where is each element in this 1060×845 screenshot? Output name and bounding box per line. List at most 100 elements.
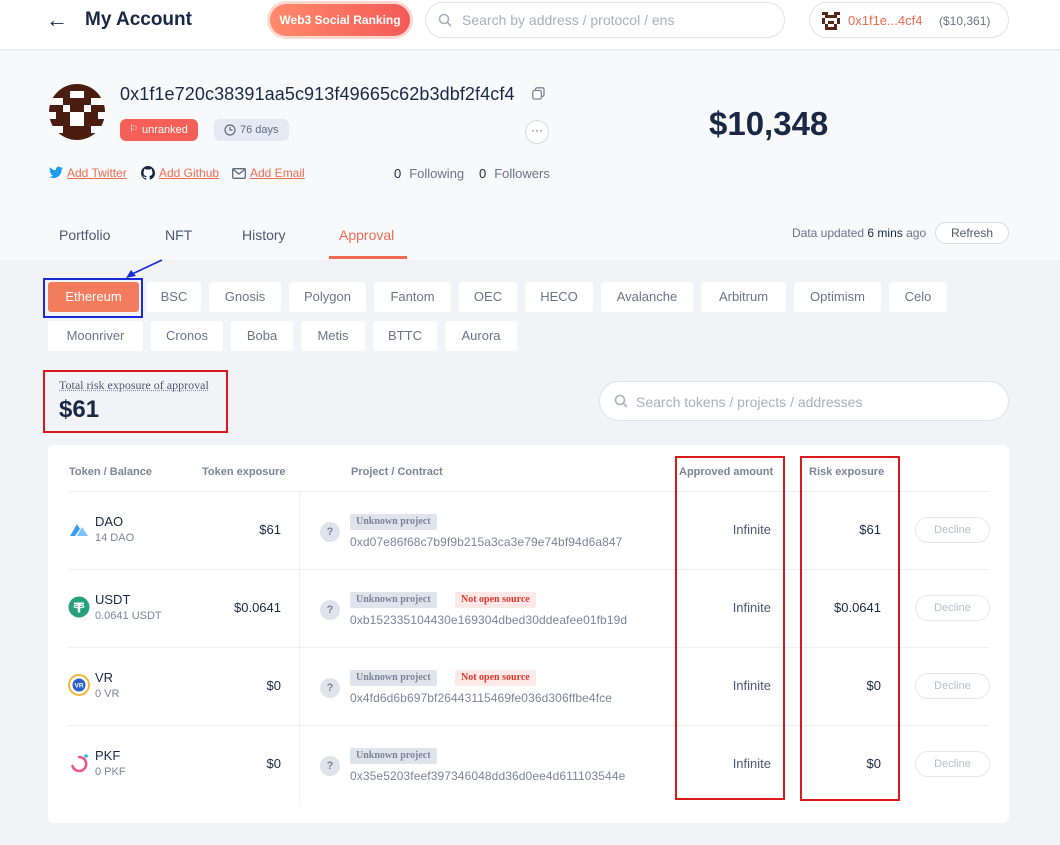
profile-avatar	[49, 84, 105, 140]
add-twitter-link[interactable]: Add Twitter	[49, 166, 127, 180]
page-title: My Account	[85, 9, 192, 30]
twitter-icon	[49, 166, 63, 179]
search-icon	[614, 394, 628, 408]
updated-time: 6 mins	[867, 226, 903, 240]
rank-badge: ⚐ unranked	[120, 119, 198, 141]
account-pill[interactable]: 0x1f1e...4cf4 ($10,361)	[809, 2, 1009, 38]
following-count[interactable]: 0 Following	[394, 166, 464, 181]
project-tag: Unknown project	[350, 670, 437, 686]
project-tag: Unknown project	[350, 592, 437, 608]
annotation-arrow-icon	[126, 259, 163, 278]
wallet-address: 0x1f1e720c38391aa5c913f49665c62b3dbf2f4c…	[120, 84, 515, 104]
total-portfolio-value: $10,348	[709, 105, 829, 142]
tab-portfolio[interactable]: Portfolio	[59, 227, 110, 243]
decline-button[interactable]: Decline	[915, 751, 990, 777]
profile-section: 0x1f1e720c38391aa5c913f49665c62b3dbf2f4c…	[0, 51, 1060, 260]
annotation-box-approved-amount	[675, 456, 785, 800]
not-open-source-tag: Not open source	[455, 670, 536, 686]
unknown-project-icon: ?	[320, 522, 340, 542]
tab-approval[interactable]: Approval	[339, 227, 394, 243]
more-options-button[interactable]: ···	[525, 120, 549, 144]
chain-chip-cronos[interactable]: Cronos	[151, 321, 223, 351]
project-tag: Unknown project	[350, 514, 437, 530]
copy-icon[interactable]	[532, 87, 545, 100]
days-badge: 76 days	[214, 119, 289, 141]
chain-chip-bttc[interactable]: BTTC	[373, 321, 437, 351]
unknown-project-icon: ?	[320, 756, 340, 776]
chain-chip-oec[interactable]: OEC	[459, 282, 517, 312]
dao-icon	[70, 524, 88, 536]
chain-chip-gnosis[interactable]: Gnosis	[209, 282, 281, 312]
token-name: VR	[95, 670, 114, 685]
account-address: 0x1f1e...4cf4	[848, 13, 923, 28]
decline-button[interactable]: Decline	[915, 595, 990, 621]
token-name: USDT	[95, 592, 131, 607]
not-open-source-tag: Not open source	[455, 592, 536, 608]
chain-chip-boba[interactable]: Boba	[231, 321, 293, 351]
contract-address[interactable]: 0xb152335104430e169304dbed30ddeafee01fb1…	[350, 613, 627, 627]
contract-address[interactable]: 0xd07e86f68c7b9f9b215a3ca3e79e74bf94d6a8…	[350, 535, 622, 549]
updated-prefix: Data updated	[792, 226, 865, 240]
unknown-project-icon: ?	[320, 600, 340, 620]
tab-history[interactable]: History	[242, 227, 286, 243]
rank-badge-label: unranked	[142, 124, 188, 136]
chain-chip-metis[interactable]: Metis	[301, 321, 365, 351]
token-exposure: $0	[266, 756, 281, 771]
token-search-box[interactable]	[599, 381, 1009, 421]
contract-address[interactable]: 0x4fd6d6b697bf26443115469fe036d306ffbe4f…	[350, 691, 612, 705]
annotation-box-risk-exposure	[800, 456, 900, 801]
header-project-contract: Project / Contract	[351, 466, 443, 478]
followers-count[interactable]: 0 Followers	[479, 166, 550, 181]
trophy-icon: ⚐	[129, 124, 138, 135]
followers-number: 0	[479, 166, 487, 181]
chain-chip-avalanche[interactable]: Avalanche	[601, 282, 693, 312]
svg-text:VR: VR	[74, 683, 83, 690]
email-icon	[232, 168, 246, 179]
days-badge-label: 76 days	[240, 124, 279, 136]
token-name: PKF	[95, 748, 121, 763]
chain-chip-fantom[interactable]: Fantom	[374, 282, 451, 312]
chain-chip-optimism[interactable]: Optimism	[794, 282, 881, 312]
chain-chip-aurora[interactable]: Aurora	[445, 321, 517, 351]
token-balance: 0 PKF	[95, 766, 126, 778]
chain-chip-arbitrum[interactable]: Arbitrum	[701, 282, 786, 312]
contract-address[interactable]: 0x35e5203feef397346048dd36d0ee4d61110354…	[350, 769, 625, 783]
data-updated-text: Data updated 6 mins ago	[792, 226, 926, 240]
decline-button[interactable]: Decline	[915, 673, 990, 699]
following-number: 0	[394, 166, 402, 181]
add-github-link[interactable]: Add Github	[141, 166, 219, 180]
token-exposure: $61	[259, 522, 281, 537]
search-icon	[438, 13, 452, 27]
header-token-exposure: Token exposure	[202, 466, 286, 478]
back-arrow-icon[interactable]: ←	[46, 8, 70, 32]
decline-button[interactable]: Decline	[915, 517, 990, 543]
chain-chip-polygon[interactable]: Polygon	[289, 282, 366, 312]
followers-label: Followers	[494, 166, 550, 181]
chain-chip-moonriver[interactable]: Moonriver	[48, 321, 143, 351]
clock-icon	[224, 124, 236, 136]
annotation-box-ethereum	[43, 278, 143, 318]
usdt-icon	[68, 596, 90, 618]
add-email-link[interactable]: Add Email	[232, 166, 305, 180]
header-token-balance: Token / Balance	[69, 466, 152, 478]
top-search-input[interactable]	[462, 10, 772, 30]
account-avatar-icon	[822, 12, 840, 30]
token-balance: 0.0641 USDT	[95, 610, 162, 622]
token-balance: 14 DAO	[95, 532, 135, 544]
vr-icon: VR	[68, 674, 90, 696]
refresh-button[interactable]: Refresh	[935, 222, 1009, 244]
updated-suffix: ago	[906, 226, 927, 240]
tab-nft[interactable]: NFT	[165, 227, 192, 243]
token-exposure: $0	[266, 678, 281, 693]
active-tab-indicator	[329, 256, 407, 259]
token-exposure: $0.0641	[234, 600, 281, 615]
project-tag: Unknown project	[350, 748, 437, 764]
token-search-input[interactable]	[636, 392, 996, 412]
chain-chip-bsc[interactable]: BSC	[147, 282, 201, 312]
chain-chip-heco[interactable]: HECO	[525, 282, 593, 312]
following-label: Following	[409, 166, 465, 181]
top-search-box[interactable]	[425, 2, 785, 38]
pkf-icon	[71, 754, 88, 773]
chain-chip-celo[interactable]: Celo	[889, 282, 947, 312]
web3-social-ranking-button[interactable]: Web3 Social Ranking	[270, 4, 410, 36]
